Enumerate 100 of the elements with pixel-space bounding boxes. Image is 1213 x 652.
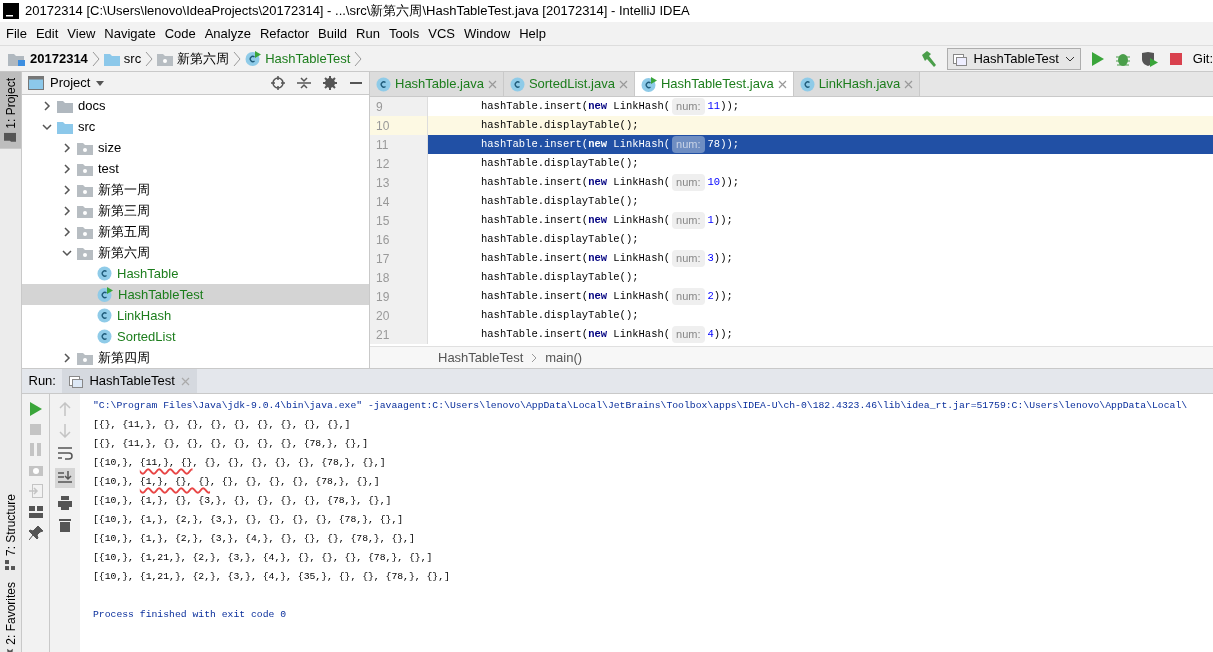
line-number: 19 bbox=[370, 287, 428, 306]
code-line: hashTable.insert(new LinkHash( num: 10)); bbox=[480, 173, 741, 192]
editor-tab[interactable]: LinkHash.java bbox=[793, 72, 921, 96]
chevron-icon bbox=[145, 50, 154, 67]
tree-item-label: 新第六周 bbox=[98, 243, 150, 262]
menu-item[interactable]: Refactor bbox=[256, 23, 316, 44]
menu-item[interactable]: Help bbox=[516, 23, 552, 44]
run-tab[interactable]: HashTableTest bbox=[62, 369, 197, 393]
menu-item[interactable]: File bbox=[3, 23, 33, 44]
tree-item[interactable]: src bbox=[22, 116, 369, 137]
tree-item-label: docs bbox=[78, 96, 106, 115]
layout-icon[interactable] bbox=[28, 506, 43, 518]
tab-label: SortedList.java bbox=[528, 75, 615, 94]
tree-item[interactable]: 新第一周 bbox=[22, 179, 369, 200]
console-line: [{10,}, {1,21,}, {2,}, {3,}, {4,}, {}, {}, {}, {78,}, {},] bbox=[93, 551, 434, 565]
tree-item[interactable]: HashTable bbox=[22, 263, 369, 284]
line-number: 10 bbox=[370, 116, 428, 135]
package-icon bbox=[77, 182, 93, 197]
run-tab-label: HashTableTest bbox=[89, 372, 175, 391]
target-icon[interactable] bbox=[271, 76, 285, 90]
menu-item[interactable]: VCS bbox=[425, 23, 461, 44]
breadcrumb-item[interactable]: 新第六周 bbox=[177, 48, 230, 69]
package-icon bbox=[77, 203, 93, 218]
tree-item[interactable]: 新第三周 bbox=[22, 200, 369, 221]
hammer-icon[interactable] bbox=[919, 49, 938, 68]
settings-icon[interactable] bbox=[323, 76, 337, 90]
editor-tab[interactable]: HashTable.java bbox=[370, 72, 504, 96]
structure-icon bbox=[5, 560, 16, 571]
breadcrumb-item[interactable]: HashTableTest bbox=[265, 48, 351, 69]
run-icon[interactable] bbox=[29, 402, 42, 416]
chevron-icon bbox=[531, 352, 538, 363]
pin-icon[interactable] bbox=[28, 526, 43, 540]
menu-item[interactable]: Navigate bbox=[101, 23, 162, 44]
tree-item[interactable]: 新第六周 bbox=[22, 242, 369, 263]
menu-item[interactable]: Analyze bbox=[201, 23, 257, 44]
run-icon[interactable] bbox=[1090, 50, 1105, 67]
breadcrumb-item[interactable]: main() bbox=[545, 347, 583, 368]
editor-tab[interactable]: HashTableTest.java bbox=[634, 72, 794, 96]
line-number: 20 bbox=[370, 306, 428, 325]
console-line: [{10,}, {1,}, {}, {3,}, {}, {}, {}, {}, {78,}, {},] bbox=[93, 494, 393, 508]
menu-item[interactable]: Tools bbox=[385, 23, 426, 44]
tree-item[interactable]: HashTableTest bbox=[22, 284, 369, 305]
tool-tab-label: 1: Project bbox=[2, 78, 19, 129]
tree-item[interactable]: LinkHash bbox=[22, 305, 369, 326]
editor-tab[interactable]: SortedList.java bbox=[503, 72, 635, 96]
code-line: hashTable.displayTable(); bbox=[480, 269, 640, 285]
breadcrumb-item[interactable]: src bbox=[123, 48, 142, 69]
menu-item[interactable]: View bbox=[64, 23, 102, 44]
tool-tab[interactable]: 2: Favorites bbox=[0, 576, 21, 652]
menu-item[interactable]: Edit bbox=[32, 23, 65, 44]
chevron-icon bbox=[354, 50, 363, 67]
line-number: 9 bbox=[370, 97, 428, 116]
coverage-icon[interactable] bbox=[1140, 50, 1159, 67]
code-line: hashTable.displayTable(); bbox=[480, 193, 640, 209]
project-tool-tab[interactable]: 1: Project bbox=[0, 72, 21, 149]
tree-item[interactable]: docs bbox=[22, 95, 369, 116]
code-line: hashTable.insert(new LinkHash( num: 1)); bbox=[480, 211, 734, 230]
close-icon[interactable] bbox=[777, 79, 787, 89]
run-configuration-dropdown[interactable]: HashTableTest bbox=[947, 47, 1081, 70]
tree-item-label: HashTable bbox=[117, 264, 179, 283]
tool-tab-label: 2: Favorites bbox=[2, 582, 19, 645]
tree-item[interactable]: test bbox=[22, 158, 369, 179]
folder-icon bbox=[57, 119, 73, 134]
tree-item[interactable]: SortedList bbox=[22, 326, 369, 347]
wrap-icon[interactable] bbox=[57, 446, 73, 460]
panel-title[interactable]: Project bbox=[50, 73, 91, 93]
tree-item-label: 新第三周 bbox=[98, 201, 150, 220]
tree-item[interactable]: 新第五周 bbox=[22, 221, 369, 242]
breadcrumb-item[interactable]: 20172314 bbox=[30, 48, 88, 69]
tree-item[interactable]: size bbox=[22, 137, 369, 158]
tree-item-label: 新第一周 bbox=[98, 180, 150, 199]
code-line: hashTable.displayTable(); bbox=[480, 231, 640, 247]
menu-item[interactable]: Window bbox=[460, 23, 517, 44]
menu-item[interactable]: Run bbox=[353, 23, 386, 44]
package-icon bbox=[77, 350, 93, 365]
class-icon bbox=[97, 329, 112, 344]
trash-icon[interactable] bbox=[59, 518, 71, 532]
scroll-to-end-icon[interactable] bbox=[55, 468, 75, 488]
tree-item-label: 新第四周 bbox=[98, 348, 150, 367]
collapse-icon[interactable] bbox=[297, 76, 311, 90]
line-number: 16 bbox=[370, 230, 428, 249]
stop-icon[interactable] bbox=[1168, 51, 1183, 66]
folder-icon bbox=[8, 51, 26, 66]
print-icon[interactable] bbox=[58, 496, 72, 510]
tree-item[interactable]: 新第四周 bbox=[22, 347, 369, 368]
tree-item-label: test bbox=[98, 159, 119, 178]
breadcrumb-item[interactable]: HashTableTest bbox=[438, 347, 524, 368]
console-line: [{10,}, {11,}, {}, {}, {}, {}, {}, {}, {78,}, {},] bbox=[93, 456, 387, 470]
line-number: 13 bbox=[370, 173, 428, 192]
runnable-class-icon bbox=[245, 51, 262, 66]
tool-tab[interactable]: 7: Structure bbox=[0, 488, 21, 577]
line-number: 11 bbox=[370, 135, 428, 154]
class-icon bbox=[799, 76, 815, 92]
dropdown-caret-icon[interactable] bbox=[96, 80, 105, 86]
run-label: Run: bbox=[27, 372, 57, 391]
menu-item[interactable]: Build bbox=[315, 23, 353, 44]
line-number: 15 bbox=[370, 211, 428, 230]
tree-item-label: src bbox=[78, 117, 96, 136]
tree-item-label: SortedList bbox=[117, 327, 176, 346]
menu-item[interactable]: Code bbox=[161, 23, 202, 44]
